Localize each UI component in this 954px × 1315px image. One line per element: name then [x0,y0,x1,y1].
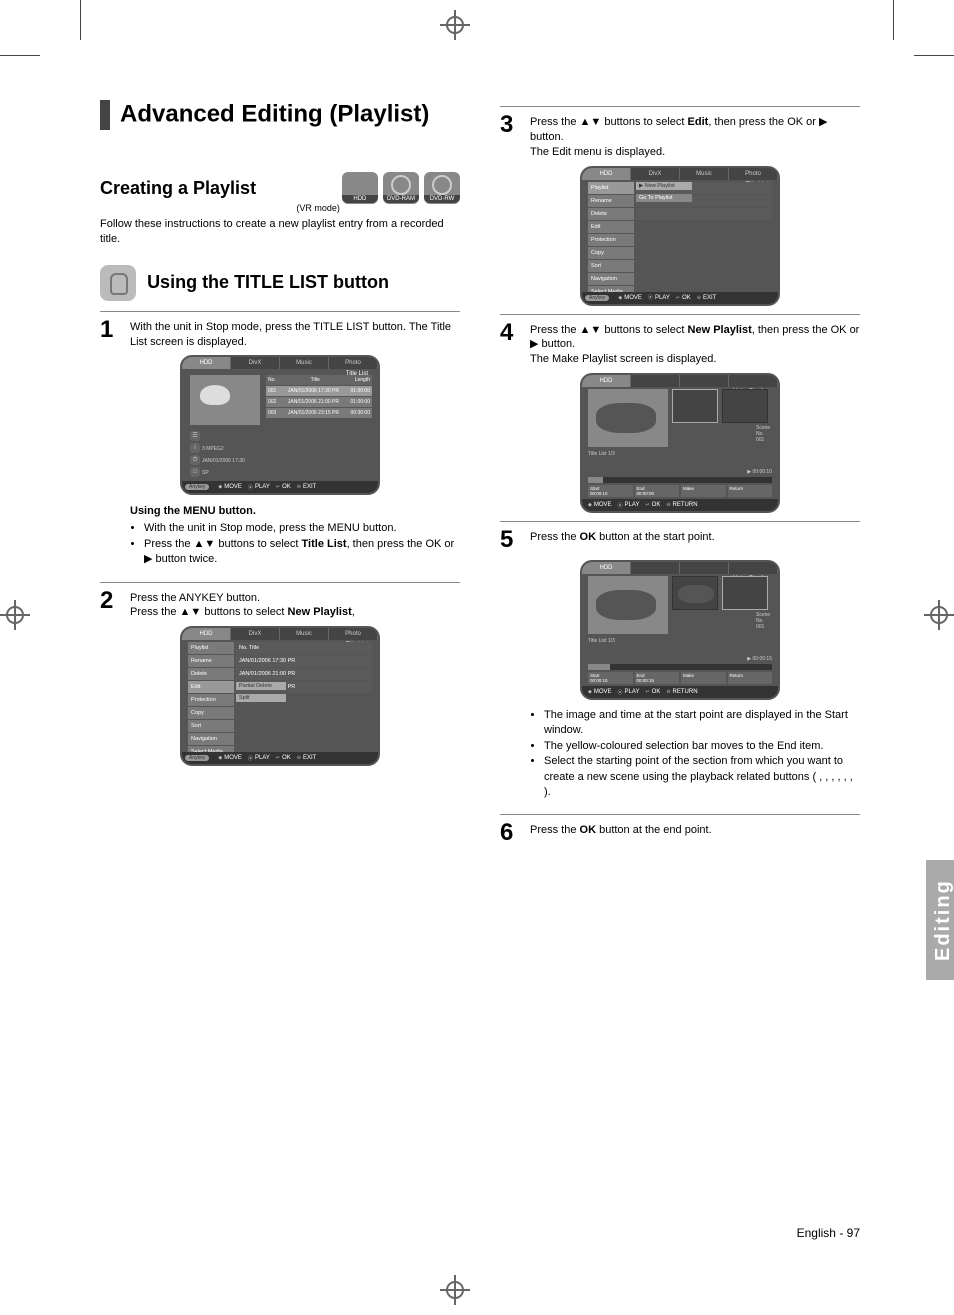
step-1: 1 With the unit in Stop mode, press the … [100,318,460,348]
make-playlist-1-screenshot: HDD Make Playlist Scene No. 001 Title Li… [580,373,780,513]
step-4: 4 Press the ▲▼ buttons to select New Pla… [500,321,860,366]
step5-bullet: The image and time at the start point ar… [544,708,860,739]
media-icons: HDD DVD-RAM DVD-RW [340,172,460,207]
menu-bullet: With the unit in Stop mode, press the ME… [144,521,460,536]
hdd-icon: HDD [342,172,378,204]
register-crosshair [924,600,954,630]
step5-bullet: The yellow-coloured selection bar moves … [544,739,860,754]
intro-text: Follow these instructions to create a ne… [100,217,460,247]
playlist-menu-screenshot: HDD DivX Music Photo Title List Playlist… [580,166,780,306]
time-icon: ⏱ [190,455,200,465]
dvd-rw-icon: DVD-RW [424,172,460,204]
step-3: 3 Press the ▲▼ buttons to select Edit, t… [500,113,860,158]
crop-mark [0,55,40,56]
page-number: English - 97 [797,1226,860,1240]
register-crosshair [0,600,30,630]
step-5: 5 Press the OK button at the start point… [500,528,860,552]
dvd-ram-icon: DVD-RAM [383,172,419,204]
register-crosshair [440,10,470,40]
divider [100,311,460,312]
crop-mark [80,0,81,40]
step5-bullet: Select the starting point of the section… [544,754,860,800]
step-2: 2 Press the ANYKEY button. Press the ▲▼ … [100,589,460,619]
crop-mark [893,0,894,40]
subsection-heading-row: Creating a Playlist HDD DVD-RAM DVD-RW [100,178,460,199]
section-title: Advanced Editing (Playlist) [100,100,460,130]
touch-icon [100,265,136,301]
list-icon: ☰ [190,431,200,441]
subsection-title: Creating a Playlist [100,178,256,199]
using-menu-heading: Using the MENU button. [130,505,460,517]
title-list-screenshot: HDD DivX Music Photo Title List ☰ i3 MPE… [180,355,380,495]
using-title: Using the TITLE LIST button [147,272,389,293]
make-playlist-2-screenshot: HDD Make Playlist Scene No. 001 Title Li… [580,560,780,700]
sp-icon: □ [190,467,200,477]
edit-menu-screenshot: HDD DivX Music Photo Title List Playlist… [180,626,380,766]
meta-icon: i [190,443,200,453]
menu-bullet: Press the ▲▼ buttons to select Title Lis… [144,537,460,568]
crop-mark [914,55,954,56]
register-crosshair [440,1275,470,1305]
step-6: 6 Press the OK button at the end point. [500,821,860,845]
side-tab-editing: Editing [926,860,954,980]
